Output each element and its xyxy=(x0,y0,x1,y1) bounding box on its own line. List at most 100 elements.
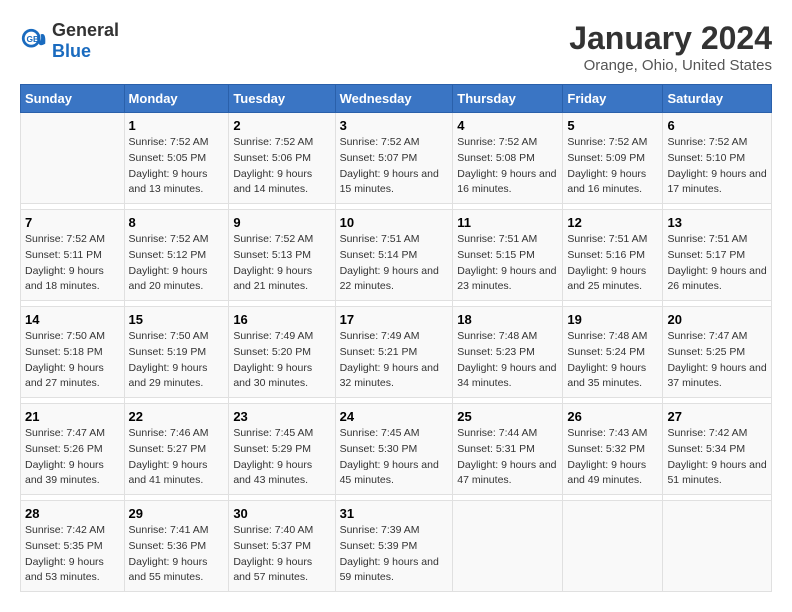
day-number: 18 xyxy=(457,312,558,327)
day-info: Sunrise: 7:52 AMSunset: 5:05 PMDaylight:… xyxy=(129,135,225,198)
day-number: 27 xyxy=(667,409,767,424)
day-info: Sunrise: 7:49 AMSunset: 5:20 PMDaylight:… xyxy=(233,329,330,392)
cell-w4-d3: 31 Sunrise: 7:39 AMSunset: 5:39 PMDaylig… xyxy=(335,501,453,592)
day-number: 6 xyxy=(667,118,767,133)
title-area: January 2024 Orange, Ohio, United States xyxy=(569,20,772,74)
day-info: Sunrise: 7:50 AMSunset: 5:19 PMDaylight:… xyxy=(129,329,225,392)
day-info: Sunrise: 7:41 AMSunset: 5:36 PMDaylight:… xyxy=(129,523,225,586)
week-row-0: 1 Sunrise: 7:52 AMSunset: 5:05 PMDayligh… xyxy=(21,113,772,204)
cell-w2-d6: 20 Sunrise: 7:47 AMSunset: 5:25 PMDaylig… xyxy=(663,307,772,398)
week-row-3: 21 Sunrise: 7:47 AMSunset: 5:26 PMDaylig… xyxy=(21,404,772,495)
day-info: Sunrise: 7:50 AMSunset: 5:18 PMDaylight:… xyxy=(25,329,120,392)
day-info: Sunrise: 7:48 AMSunset: 5:23 PMDaylight:… xyxy=(457,329,558,392)
day-info: Sunrise: 7:46 AMSunset: 5:27 PMDaylight:… xyxy=(129,426,225,489)
day-info: Sunrise: 7:42 AMSunset: 5:34 PMDaylight:… xyxy=(667,426,767,489)
day-info: Sunrise: 7:39 AMSunset: 5:39 PMDaylight:… xyxy=(340,523,449,586)
day-info: Sunrise: 7:43 AMSunset: 5:32 PMDaylight:… xyxy=(567,426,658,489)
cell-w4-d6 xyxy=(663,501,772,592)
cell-w4-d2: 30 Sunrise: 7:40 AMSunset: 5:37 PMDaylig… xyxy=(229,501,335,592)
day-number: 8 xyxy=(129,215,225,230)
day-info: Sunrise: 7:52 AMSunset: 5:13 PMDaylight:… xyxy=(233,232,330,295)
cell-w3-d5: 26 Sunrise: 7:43 AMSunset: 5:32 PMDaylig… xyxy=(563,404,663,495)
cell-w1-d5: 12 Sunrise: 7:51 AMSunset: 5:16 PMDaylig… xyxy=(563,210,663,301)
day-number: 16 xyxy=(233,312,330,327)
day-number: 24 xyxy=(340,409,449,424)
day-number: 13 xyxy=(667,215,767,230)
header-tuesday: Tuesday xyxy=(229,85,335,113)
cell-w3-d6: 27 Sunrise: 7:42 AMSunset: 5:34 PMDaylig… xyxy=(663,404,772,495)
day-number: 25 xyxy=(457,409,558,424)
day-info: Sunrise: 7:52 AMSunset: 5:09 PMDaylight:… xyxy=(567,135,658,198)
cell-w3-d0: 21 Sunrise: 7:47 AMSunset: 5:26 PMDaylig… xyxy=(21,404,125,495)
weekday-header-row: Sunday Monday Tuesday Wednesday Thursday… xyxy=(21,85,772,113)
day-number: 30 xyxy=(233,506,330,521)
day-info: Sunrise: 7:52 AMSunset: 5:06 PMDaylight:… xyxy=(233,135,330,198)
day-number: 29 xyxy=(129,506,225,521)
cell-w2-d1: 15 Sunrise: 7:50 AMSunset: 5:19 PMDaylig… xyxy=(124,307,229,398)
day-info: Sunrise: 7:52 AMSunset: 5:08 PMDaylight:… xyxy=(457,135,558,198)
cell-w3-d4: 25 Sunrise: 7:44 AMSunset: 5:31 PMDaylig… xyxy=(453,404,563,495)
header-friday: Friday xyxy=(563,85,663,113)
cell-w2-d3: 17 Sunrise: 7:49 AMSunset: 5:21 PMDaylig… xyxy=(335,307,453,398)
cell-w4-d0: 28 Sunrise: 7:42 AMSunset: 5:35 PMDaylig… xyxy=(21,501,125,592)
cell-w1-d6: 13 Sunrise: 7:51 AMSunset: 5:17 PMDaylig… xyxy=(663,210,772,301)
header-monday: Monday xyxy=(124,85,229,113)
main-title: January 2024 xyxy=(569,20,772,57)
cell-w3-d1: 22 Sunrise: 7:46 AMSunset: 5:27 PMDaylig… xyxy=(124,404,229,495)
week-row-4: 28 Sunrise: 7:42 AMSunset: 5:35 PMDaylig… xyxy=(21,501,772,592)
logo: GB General Blue xyxy=(20,20,119,62)
cell-w4-d5 xyxy=(563,501,663,592)
cell-w1-d0: 7 Sunrise: 7:52 AMSunset: 5:11 PMDayligh… xyxy=(21,210,125,301)
day-number: 17 xyxy=(340,312,449,327)
cell-w1-d4: 11 Sunrise: 7:51 AMSunset: 5:15 PMDaylig… xyxy=(453,210,563,301)
calendar-table: Sunday Monday Tuesday Wednesday Thursday… xyxy=(20,84,772,592)
subtitle: Orange, Ohio, United States xyxy=(569,57,772,74)
cell-w0-d0 xyxy=(21,113,125,204)
day-number: 1 xyxy=(129,118,225,133)
header-area: GB General Blue January 2024 Orange, Ohi… xyxy=(20,20,772,74)
logo-blue: Blue xyxy=(52,41,91,61)
day-info: Sunrise: 7:45 AMSunset: 5:30 PMDaylight:… xyxy=(340,426,449,489)
day-info: Sunrise: 7:52 AMSunset: 5:11 PMDaylight:… xyxy=(25,232,120,295)
cell-w0-d5: 5 Sunrise: 7:52 AMSunset: 5:09 PMDayligh… xyxy=(563,113,663,204)
cell-w1-d1: 8 Sunrise: 7:52 AMSunset: 5:12 PMDayligh… xyxy=(124,210,229,301)
day-number: 28 xyxy=(25,506,120,521)
day-number: 9 xyxy=(233,215,330,230)
day-number: 14 xyxy=(25,312,120,327)
day-info: Sunrise: 7:51 AMSunset: 5:17 PMDaylight:… xyxy=(667,232,767,295)
cell-w4-d4 xyxy=(453,501,563,592)
cell-w2-d5: 19 Sunrise: 7:48 AMSunset: 5:24 PMDaylig… xyxy=(563,307,663,398)
cell-w0-d3: 3 Sunrise: 7:52 AMSunset: 5:07 PMDayligh… xyxy=(335,113,453,204)
day-number: 12 xyxy=(567,215,658,230)
page-container: GB General Blue January 2024 Orange, Ohi… xyxy=(20,20,772,592)
day-number: 31 xyxy=(340,506,449,521)
day-info: Sunrise: 7:52 AMSunset: 5:12 PMDaylight:… xyxy=(129,232,225,295)
week-row-2: 14 Sunrise: 7:50 AMSunset: 5:18 PMDaylig… xyxy=(21,307,772,398)
day-number: 11 xyxy=(457,215,558,230)
cell-w0-d2: 2 Sunrise: 7:52 AMSunset: 5:06 PMDayligh… xyxy=(229,113,335,204)
day-number: 4 xyxy=(457,118,558,133)
cell-w0-d6: 6 Sunrise: 7:52 AMSunset: 5:10 PMDayligh… xyxy=(663,113,772,204)
day-number: 23 xyxy=(233,409,330,424)
day-number: 10 xyxy=(340,215,449,230)
cell-w0-d4: 4 Sunrise: 7:52 AMSunset: 5:08 PMDayligh… xyxy=(453,113,563,204)
day-number: 21 xyxy=(25,409,120,424)
day-info: Sunrise: 7:48 AMSunset: 5:24 PMDaylight:… xyxy=(567,329,658,392)
day-info: Sunrise: 7:47 AMSunset: 5:25 PMDaylight:… xyxy=(667,329,767,392)
cell-w2-d2: 16 Sunrise: 7:49 AMSunset: 5:20 PMDaylig… xyxy=(229,307,335,398)
day-info: Sunrise: 7:51 AMSunset: 5:16 PMDaylight:… xyxy=(567,232,658,295)
header-saturday: Saturday xyxy=(663,85,772,113)
cell-w4-d1: 29 Sunrise: 7:41 AMSunset: 5:36 PMDaylig… xyxy=(124,501,229,592)
week-row-1: 7 Sunrise: 7:52 AMSunset: 5:11 PMDayligh… xyxy=(21,210,772,301)
logo-text: General Blue xyxy=(52,20,119,62)
day-info: Sunrise: 7:40 AMSunset: 5:37 PMDaylight:… xyxy=(233,523,330,586)
header-thursday: Thursday xyxy=(453,85,563,113)
day-number: 26 xyxy=(567,409,658,424)
day-number: 2 xyxy=(233,118,330,133)
cell-w3-d2: 23 Sunrise: 7:45 AMSunset: 5:29 PMDaylig… xyxy=(229,404,335,495)
svg-text:GB: GB xyxy=(27,34,40,44)
day-number: 19 xyxy=(567,312,658,327)
day-info: Sunrise: 7:45 AMSunset: 5:29 PMDaylight:… xyxy=(233,426,330,489)
cell-w1-d2: 9 Sunrise: 7:52 AMSunset: 5:13 PMDayligh… xyxy=(229,210,335,301)
day-number: 5 xyxy=(567,118,658,133)
